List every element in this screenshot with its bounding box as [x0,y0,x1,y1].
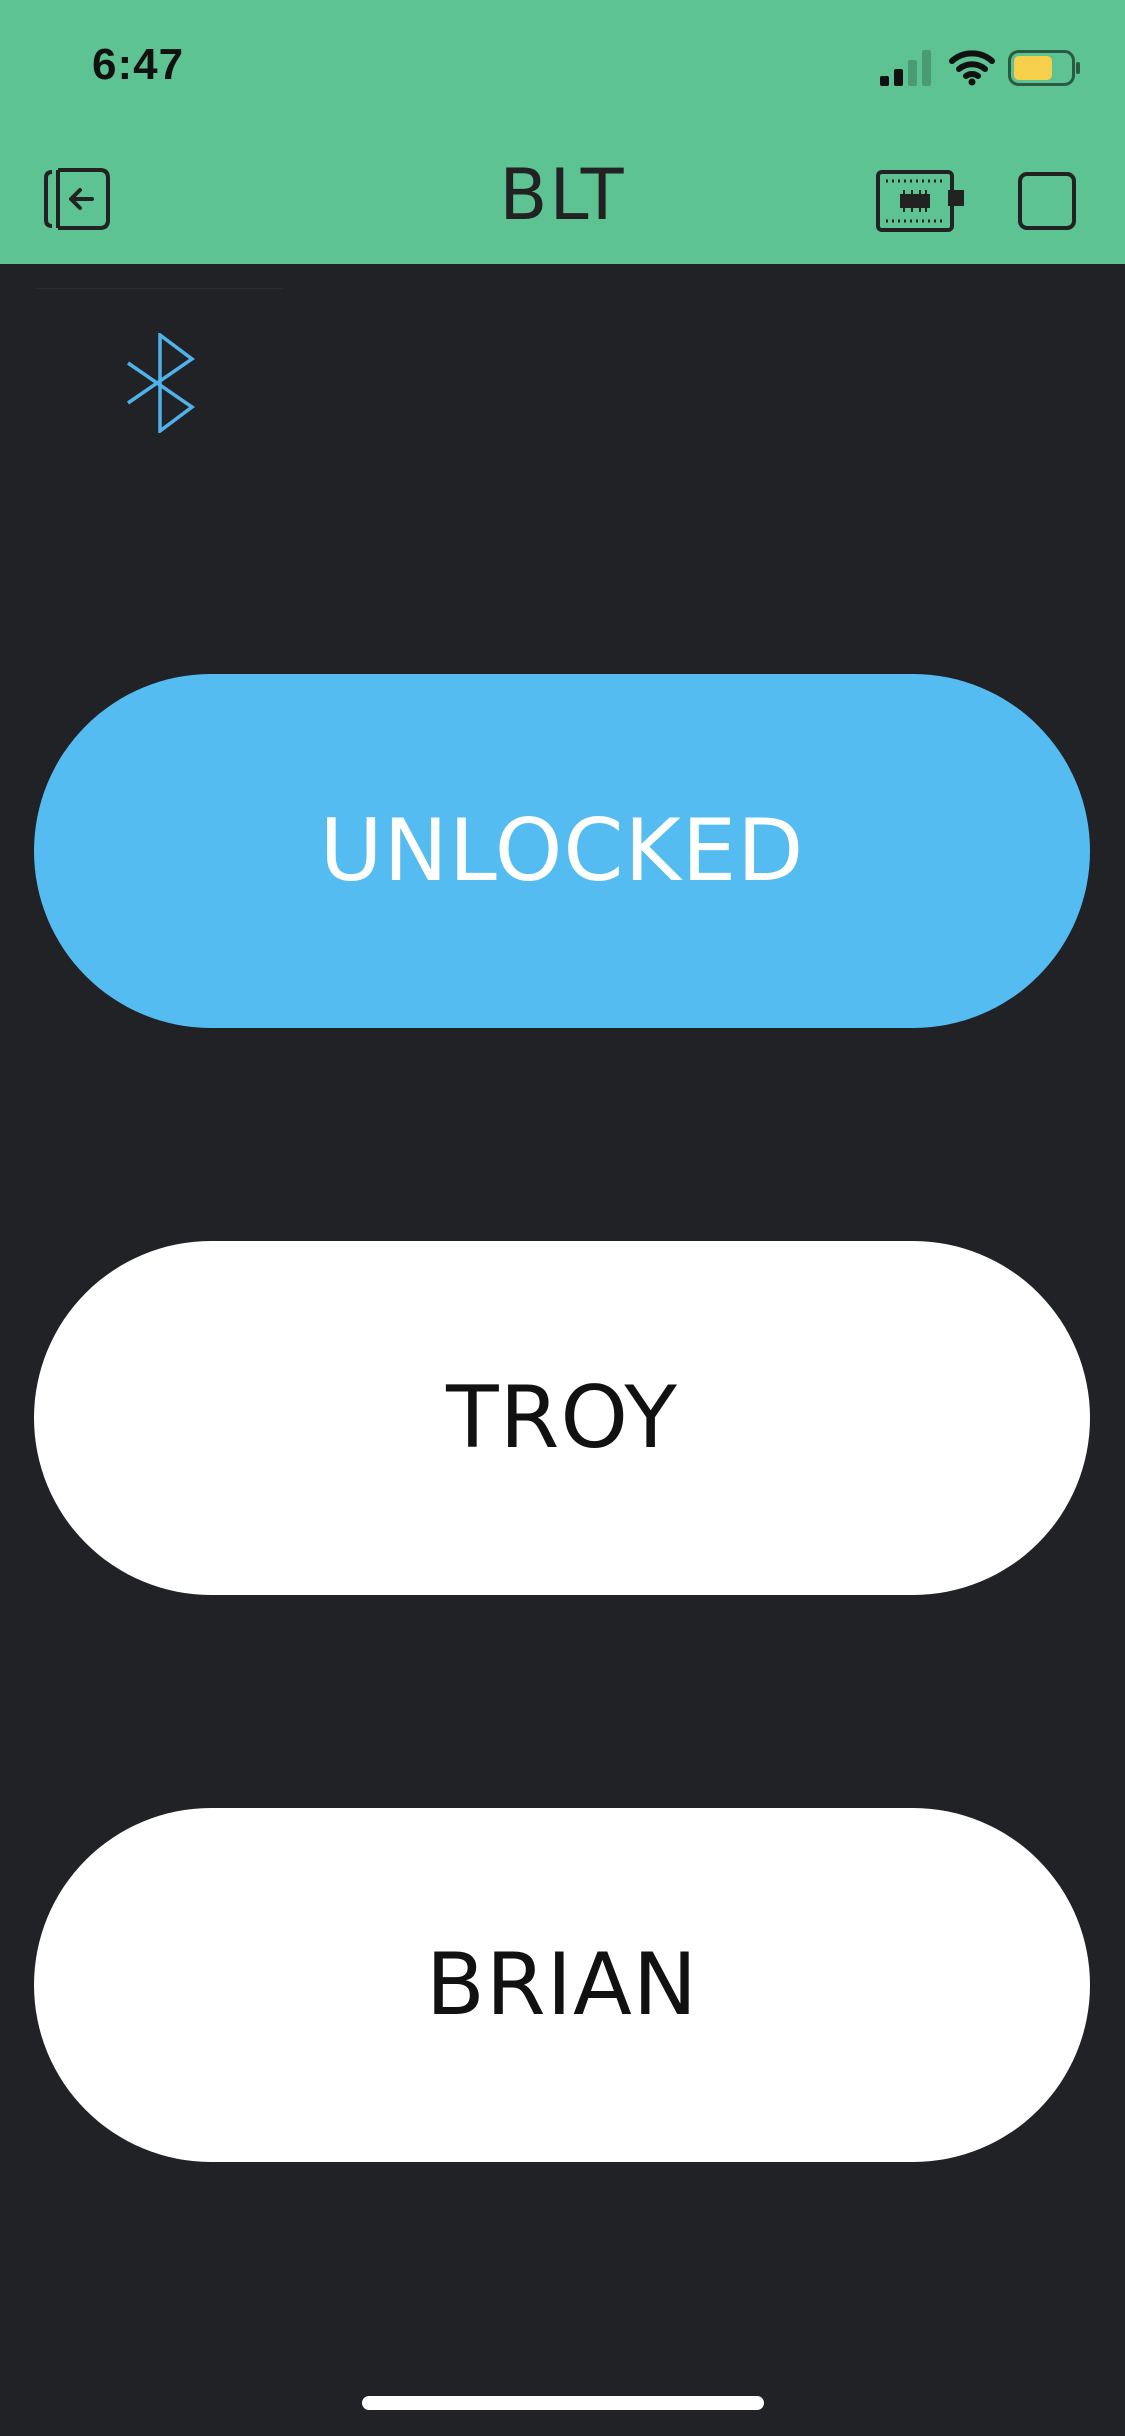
cellular-signal-icon [880,50,931,86]
troy-button[interactable]: TROY [34,1241,1090,1595]
home-indicator[interactable] [362,2396,764,2410]
battery-icon [1008,50,1080,86]
status-time: 6:47 [92,40,185,89]
unlocked-button[interactable]: UNLOCKED [34,674,1090,1028]
device-board-icon[interactable] [876,170,966,232]
brian-button[interactable]: BRIAN [34,1808,1090,2162]
bluetooth-icon [127,333,195,433]
header-bar: 6:47 BLT [0,0,1125,264]
bluetooth-widget[interactable] [36,288,282,469]
app-screen: 6:47 BLT UNLOCKED TROY BRIAN [0,0,1125,2436]
square-icon[interactable] [1018,172,1076,230]
wifi-icon [949,50,995,86]
